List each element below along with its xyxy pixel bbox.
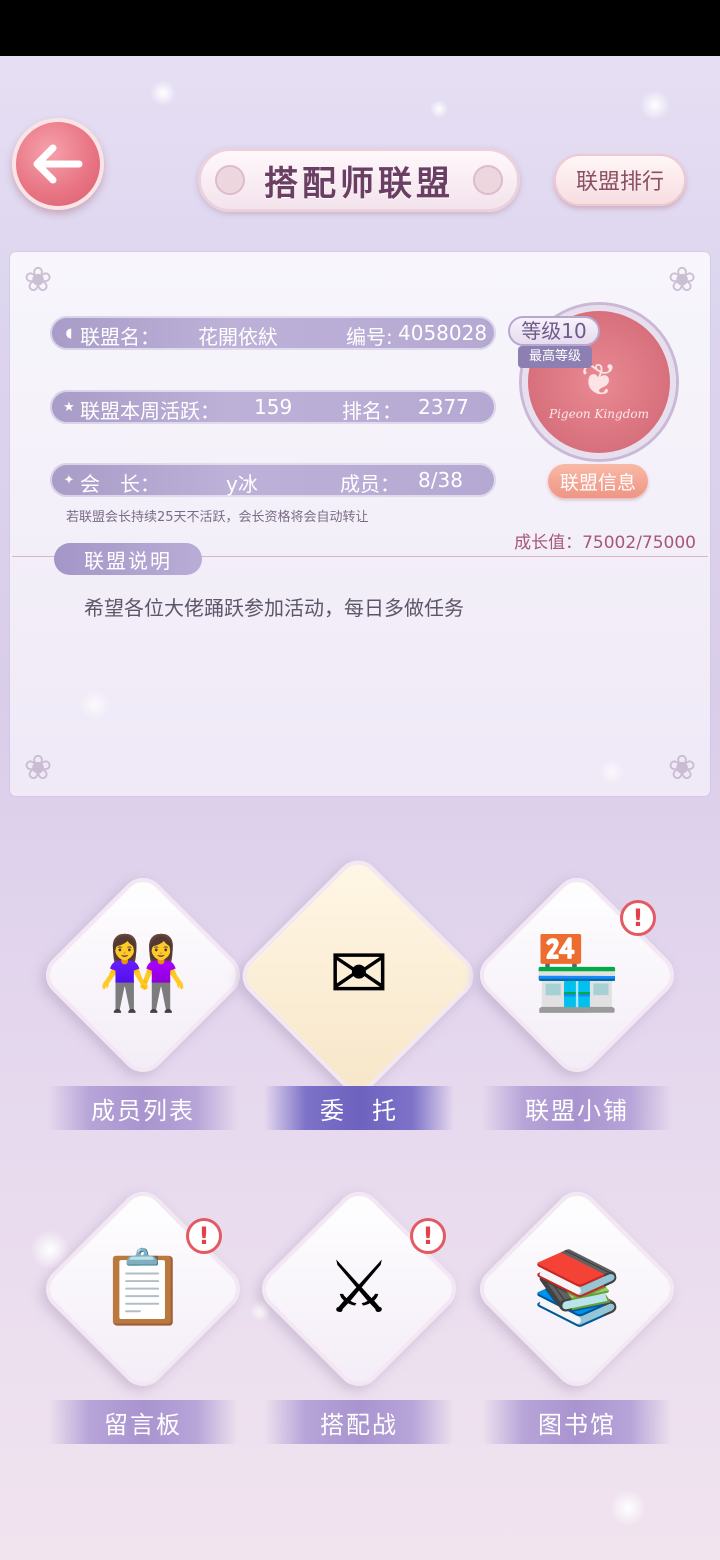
crossed-swords-icon: ⚔ bbox=[326, 1245, 392, 1329]
rose-ornament-icon bbox=[215, 165, 245, 195]
page-title: 搭配师联盟 bbox=[264, 163, 454, 204]
union-name-label: 联盟名： bbox=[80, 325, 160, 349]
star-icon: ★ bbox=[63, 399, 75, 415]
weekly-activity-row: ★ 联盟本周活跃： 159 排名： 2377 bbox=[50, 390, 496, 424]
union-name-row: ◖ 联盟名： 花開依紎 编号: 4058028 bbox=[50, 316, 496, 350]
sparkle bbox=[430, 100, 448, 118]
max-level-tag: 最高等级 bbox=[518, 346, 592, 368]
members-icon: 👭 bbox=[98, 930, 188, 1015]
union-ranking-button[interactable]: 联盟排行 bbox=[554, 154, 686, 206]
back-button[interactable] bbox=[12, 118, 104, 210]
feature-styling-battle[interactable]: ⚔ 搭配战 ! bbox=[252, 1182, 466, 1474]
arrow-left-icon bbox=[33, 144, 83, 184]
feature-shop[interactable]: 🏪 联盟小铺 ! bbox=[470, 868, 684, 1160]
feature-library[interactable]: 📚 图书馆 bbox=[470, 1182, 684, 1474]
library-icon: 📚 bbox=[532, 1244, 622, 1329]
status-bar bbox=[0, 0, 720, 56]
union-description-tag: 联盟说明 bbox=[54, 543, 202, 575]
alert-badge: ! bbox=[620, 900, 656, 936]
letter-quill-icon: ✉ bbox=[328, 931, 390, 1015]
weekly-activity-label: 联盟本周活跃： bbox=[80, 399, 220, 423]
feature-label: 搭配战 bbox=[264, 1400, 454, 1444]
sparkle bbox=[150, 80, 176, 106]
rose-corner-icon: ❀ bbox=[667, 260, 697, 300]
emblem-text: Pigeon Kingdom bbox=[549, 407, 649, 421]
union-description-text: 希望各位大佬踊跃参加活动，每日多做任务 bbox=[84, 596, 464, 620]
rank-label: 排名： bbox=[342, 399, 402, 423]
leaf-icon: ◖ bbox=[65, 325, 73, 341]
rose-corner-icon: ❀ bbox=[667, 748, 697, 788]
union-id-value: 4058028 bbox=[398, 321, 488, 345]
weekly-activity-value: 159 bbox=[254, 395, 293, 419]
union-name-value: 花開依紎 bbox=[198, 325, 278, 349]
alert-badge: ! bbox=[186, 1218, 222, 1254]
feature-members[interactable]: 👭 成员列表 bbox=[36, 868, 250, 1160]
union-info-button[interactable]: 联盟信息 bbox=[548, 464, 648, 498]
sparkle bbox=[640, 90, 670, 120]
leader-notice: 若联盟会长持续25天不活跃，会长资格将会自动转让 bbox=[66, 510, 369, 525]
members-value: 8/38 bbox=[418, 468, 463, 492]
leader-value: y冰 bbox=[226, 472, 258, 496]
sparkle bbox=[610, 1490, 646, 1526]
feature-commission[interactable]: ✉ 委 托 bbox=[233, 851, 483, 1160]
union-id-label: 编号: bbox=[346, 325, 393, 349]
feature-message-board[interactable]: 📋 留言板 ! bbox=[36, 1182, 250, 1474]
rose-ornament-icon bbox=[473, 165, 503, 195]
feature-label: 图书馆 bbox=[482, 1400, 672, 1444]
sparkle-icon: ✦ bbox=[63, 472, 75, 488]
leader-label: 会 长： bbox=[80, 472, 160, 496]
feature-label: 留言板 bbox=[48, 1400, 238, 1444]
feature-label: 委 托 bbox=[264, 1086, 454, 1130]
leader-row: ✦ 会 长： y冰 成员： 8/38 bbox=[50, 463, 496, 497]
rose-corner-icon: ❀ bbox=[23, 748, 53, 788]
level-badge: 等级10 bbox=[508, 316, 600, 346]
feature-label: 联盟小铺 bbox=[482, 1086, 672, 1130]
rank-value: 2377 bbox=[418, 395, 469, 419]
members-label: 成员： bbox=[340, 472, 400, 496]
growth-value: 成长值：75002/75000 bbox=[514, 533, 696, 553]
shop-icon: 🏪 bbox=[532, 930, 622, 1015]
alert-badge: ! bbox=[410, 1218, 446, 1254]
feature-label: 成员列表 bbox=[48, 1086, 238, 1130]
page-title-plate: 搭配师联盟 bbox=[198, 148, 520, 212]
rose-corner-icon: ❀ bbox=[23, 260, 53, 300]
